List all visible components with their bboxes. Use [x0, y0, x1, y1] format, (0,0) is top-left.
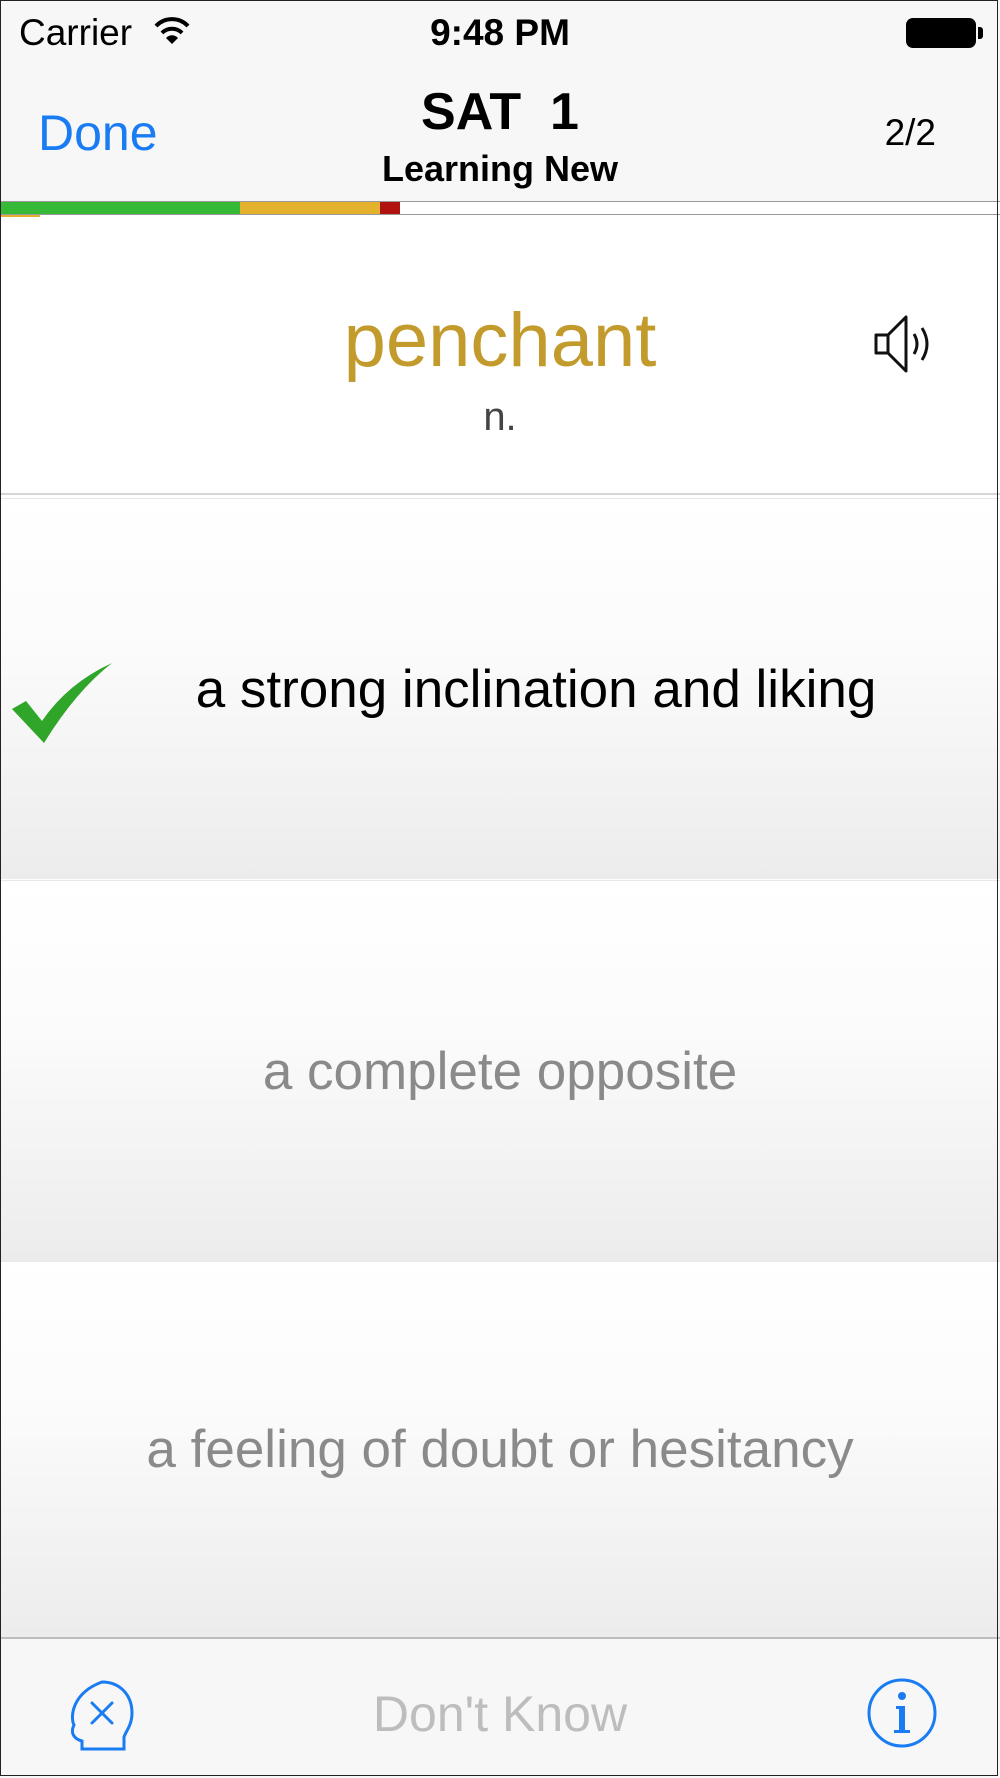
progress-segment-known — [0, 202, 240, 214]
status-bar: Carrier 9:48 PM — [0, 0, 1000, 66]
speaker-icon[interactable] — [870, 307, 944, 381]
answer-option-1[interactable]: a strong inclination and liking — [0, 498, 1000, 879]
part-of-speech: n. — [483, 395, 517, 439]
mode-subtitle: Learning New — [381, 148, 619, 189]
dont-know-button[interactable]: Don't Know — [0, 1685, 1000, 1743]
answer-text: a strong inclination and liking — [195, 659, 877, 719]
answer-text: a feeling of doubt or hesitancy — [146, 1420, 854, 1479]
status-time: 9:48 PM — [430, 12, 570, 53]
vocab-word: penchant — [343, 298, 657, 383]
deck-title: SAT 1 — [421, 83, 579, 141]
battery-icon — [906, 18, 983, 48]
answer-text: a complete opposite — [262, 1041, 738, 1101]
checkmark-icon — [12, 663, 112, 743]
card-counter: 2/2 — [884, 112, 936, 153]
answer-option-3[interactable]: a feeling of doubt or hesitancy — [0, 1261, 1000, 1637]
answer-option-2[interactable]: a complete opposite — [0, 880, 1000, 1261]
info-icon[interactable] — [866, 1677, 938, 1749]
bottom-toolbar: Don't Know — [0, 1637, 1000, 1778]
progress-segment-learning — [240, 202, 380, 214]
progress-bar — [0, 201, 1000, 215]
word-header: penchant n. — [0, 217, 1000, 495]
top-bar: Carrier 9:48 PM Done SAT 1 Learning New … — [0, 0, 1000, 203]
progress-segment-missed — [380, 202, 400, 214]
